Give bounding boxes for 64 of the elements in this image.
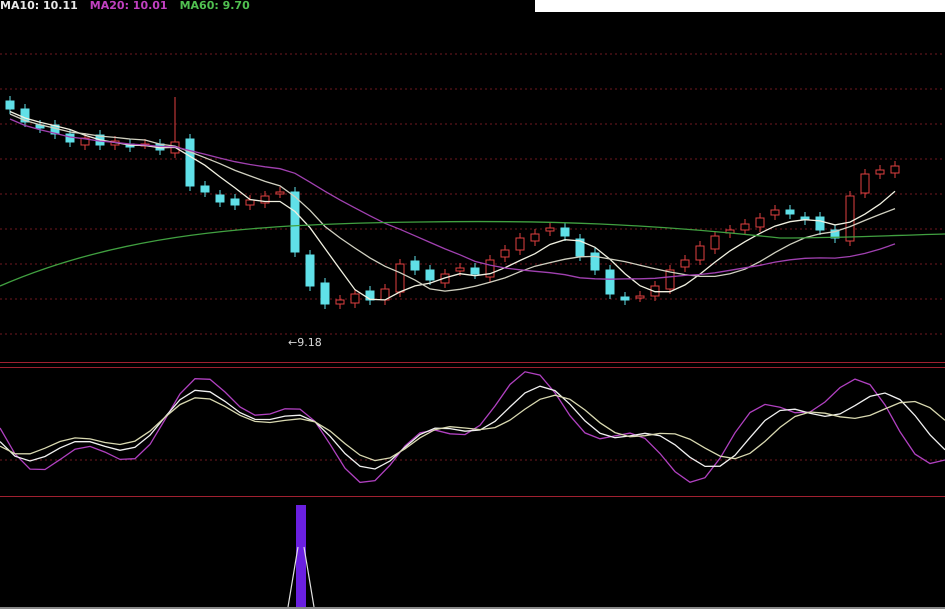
candlestick — [516, 232, 524, 256]
candlestick — [36, 120, 44, 134]
candlestick — [860, 168, 870, 198]
signal-line — [287, 546, 315, 607]
candlestick — [186, 134, 194, 192]
candlestick — [350, 288, 360, 308]
candlestick — [50, 120, 60, 140]
candlestick — [740, 218, 750, 236]
candlestick — [290, 186, 300, 258]
candlestick — [800, 212, 810, 226]
legend-label: MA60: 9.70 — [180, 0, 250, 12]
candlestick — [756, 212, 764, 232]
candlestick — [126, 138, 134, 152]
candlestick — [200, 180, 210, 198]
candlestick — [876, 164, 884, 180]
candlestick — [636, 290, 644, 302]
candlestick — [546, 222, 554, 236]
candlestick — [396, 258, 404, 298]
candlestick — [66, 128, 74, 148]
candlestick — [456, 262, 464, 276]
candlestick — [500, 244, 510, 262]
candlestick — [216, 190, 224, 208]
candlestick — [816, 212, 824, 236]
candlestick — [276, 186, 284, 198]
candlestick — [606, 264, 614, 300]
candlestick — [140, 138, 150, 150]
candlestick — [576, 234, 584, 262]
candlestick — [336, 294, 344, 310]
candlestick — [246, 194, 254, 210]
candlestick — [726, 224, 734, 238]
candlestick — [650, 280, 660, 302]
candlestick — [306, 250, 314, 292]
legend-label: MA20: 10.01 — [90, 0, 168, 12]
candlestick — [20, 104, 30, 128]
candlestick — [560, 222, 570, 242]
candlestick — [170, 96, 180, 158]
candlestick — [680, 254, 690, 272]
candlestick — [440, 268, 450, 288]
candlestick — [6, 96, 14, 114]
candlestick — [426, 264, 434, 286]
candlestick — [470, 262, 480, 280]
candlestick — [380, 284, 390, 306]
candlestick — [590, 248, 600, 276]
candlestick — [710, 230, 720, 254]
candlestick — [890, 160, 900, 178]
candlestick — [486, 254, 494, 282]
candlestick — [156, 138, 164, 156]
candlestick — [846, 190, 854, 246]
candlestick — [830, 224, 840, 244]
candlestick — [110, 136, 120, 150]
candlestick — [530, 228, 540, 246]
candlestick — [770, 204, 780, 220]
candlestick — [260, 190, 270, 208]
candlestick — [696, 240, 704, 266]
candlestick — [230, 194, 240, 210]
candlestick — [786, 204, 794, 220]
candlestick — [666, 264, 674, 294]
candlestick — [620, 292, 630, 306]
candlestick — [366, 286, 374, 306]
low-price-label: ←9.18 — [288, 336, 322, 349]
candlestick — [320, 278, 330, 310]
legend-label: MA10: 10.11 — [0, 0, 78, 12]
candlestick — [410, 256, 420, 276]
candlestick — [96, 130, 104, 150]
